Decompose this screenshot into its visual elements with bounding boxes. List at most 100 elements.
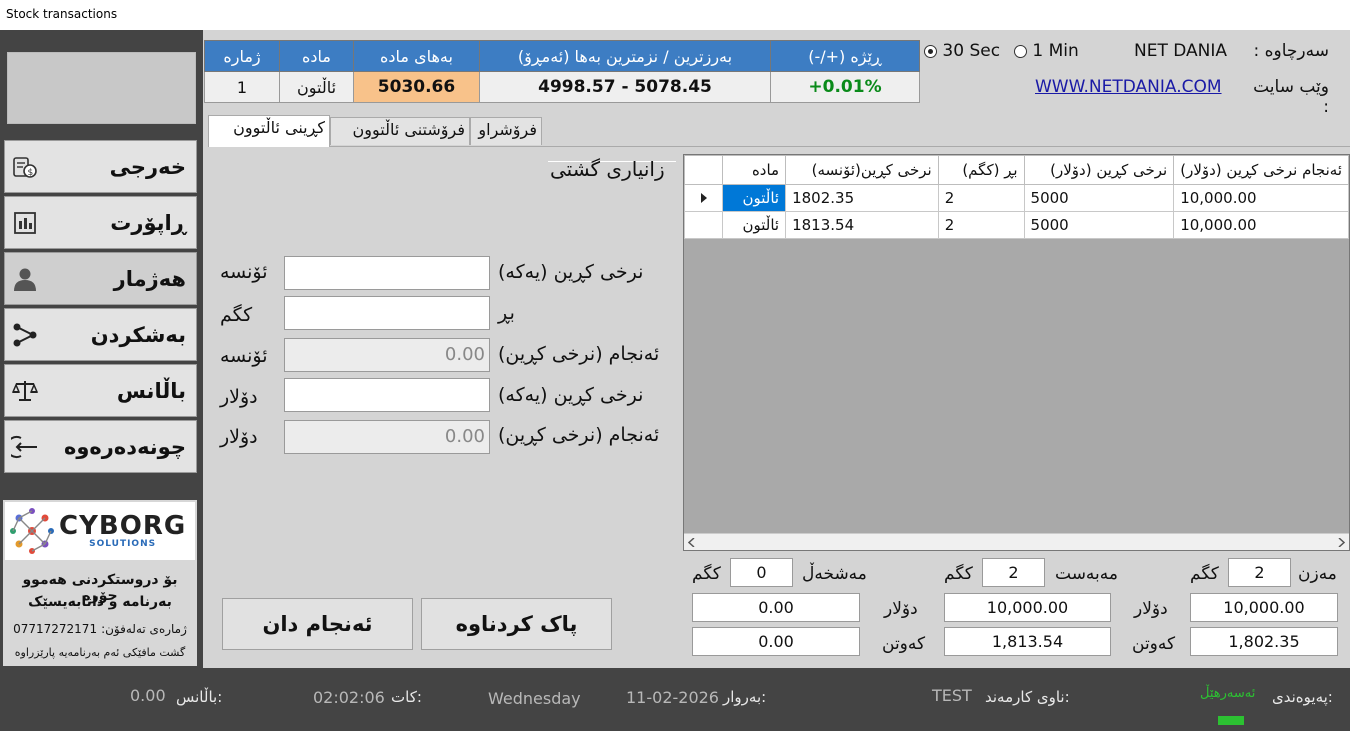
- summary-kawtn-label: کەوتن: [882, 634, 926, 654]
- cyborg-logo-icon: [10, 508, 54, 554]
- brand-tagline-2: بەرنامە و داتابەیسێک: [28, 594, 172, 610]
- sidebar-item-account[interactable]: هەژمار: [4, 252, 197, 305]
- row-header[interactable]: [684, 211, 724, 239]
- sidebar-item-label: هەژمار: [113, 266, 186, 291]
- sidebar-item-expenses[interactable]: $ خەرجی: [4, 140, 197, 193]
- grid-cell[interactable]: 5000: [1023, 184, 1175, 212]
- field-label: نرخی کڕین (یەکە): [498, 384, 644, 406]
- brand-phone-label: ژمارەی تەلەفۆن:: [101, 622, 187, 636]
- tab-sold[interactable]: فرۆشراو: [470, 117, 542, 145]
- table-row[interactable]: ئاڵتون 1802.35 2 5000 10,000.00: [684, 184, 1349, 212]
- horizontal-scrollbar[interactable]: [684, 533, 1349, 550]
- summary-dollar-label: دۆلار: [884, 599, 918, 619]
- summary-dollar-label: دۆلار: [1134, 599, 1168, 619]
- brand-logo: CYBORG SOLUTIONS: [5, 502, 195, 560]
- unit-label: ئۆنسە: [220, 261, 268, 283]
- summary-mabast-label: مەبەست: [1055, 564, 1119, 584]
- logout-icon: [11, 433, 39, 461]
- refresh-30sec-label: 30 Sec: [942, 41, 1001, 61]
- result-dollar-field: 0.00: [284, 420, 490, 454]
- scale-icon: [11, 377, 39, 405]
- grid-col-result-dollar[interactable]: ئەنجام نرخی کڕین (دۆلار): [1173, 155, 1349, 185]
- grid-cell[interactable]: 2: [937, 184, 1025, 212]
- sidebar-item-balance[interactable]: باڵانس: [4, 364, 197, 417]
- field-label: نرخی کڕین (یەکە): [498, 261, 644, 283]
- field-label: ئەنجام (نرخی کڕین): [498, 343, 660, 365]
- brand-phone: 07717272171: [13, 622, 98, 636]
- quantity-input[interactable]: [284, 296, 490, 330]
- grid-cell[interactable]: 1802.35: [785, 184, 939, 212]
- scroll-left-icon[interactable]: [688, 538, 696, 547]
- radio-unchecked-icon[interactable]: [1014, 44, 1027, 58]
- summary-mazn-value: 2: [1228, 558, 1291, 587]
- clear-button[interactable]: پاک کردناوە: [421, 598, 612, 650]
- scroll-right-icon[interactable]: [1337, 538, 1345, 547]
- sidebar-logo-placeholder: [7, 52, 196, 124]
- unit-label: ئۆنسە: [220, 345, 268, 367]
- grid-cell[interactable]: ئاڵتون: [722, 211, 787, 239]
- submit-button[interactable]: ئەنجام دان: [222, 598, 413, 650]
- refresh-1min-label: 1 Min: [1032, 41, 1079, 61]
- day-value: Wednesday: [488, 689, 581, 708]
- grid-cell[interactable]: 2: [937, 211, 1025, 239]
- unit-label: دۆلار: [220, 386, 258, 408]
- grid-cell[interactable]: 10,000.00: [1173, 211, 1349, 239]
- summary-col1-dollar: 10,000.00: [1190, 593, 1338, 622]
- connection-label: پەیوەندی:: [1272, 688, 1333, 706]
- tab-sell-gold[interactable]: فرۆشتنی ئاڵتوون: [330, 117, 470, 145]
- price-range: 4998.57 - 5078.45: [479, 71, 771, 103]
- grid-cell[interactable]: ئاڵتون: [722, 184, 787, 212]
- transactions-grid[interactable]: مادە نرخی کڕین(ئۆنسە) بڕ (کگم) نرخی کڕین…: [683, 154, 1350, 551]
- grid-col-material[interactable]: مادە: [722, 155, 787, 185]
- grid-col-price-ounce[interactable]: نرخی کڕین(ئۆنسە): [785, 155, 939, 185]
- brand-copyright: گشت مافێکی ئەم بەرنامەیە پارێزراوە: [14, 646, 186, 659]
- window-title: Stock transactions: [0, 0, 1350, 30]
- user-icon: [11, 265, 39, 293]
- summary-col3-dollar: 0.00: [692, 593, 860, 622]
- grid-cell[interactable]: 5000: [1023, 211, 1175, 239]
- brand-phone-row: 07717272171 ژمارەی تەلەفۆن:: [3, 622, 197, 636]
- summary-col2-kawtn: 1,813.54: [944, 627, 1111, 656]
- col-material-header: مادە: [279, 40, 354, 72]
- summary-col1-kawtn: 1,802.35: [1190, 627, 1338, 656]
- refresh-1min-option[interactable]: 1 Min: [1014, 41, 1079, 61]
- grid-col-quantity[interactable]: بڕ (کگم): [937, 155, 1025, 185]
- user-label: ناوی کارمەند:: [985, 688, 1070, 706]
- user-value: TEST: [932, 686, 972, 705]
- col-range-header: بەرزترین / نزمترین بەها (ئەمڕۆ): [479, 40, 771, 72]
- buy-price-dollar-input[interactable]: [284, 378, 490, 412]
- summary-mashkhal-label: مەشخەڵ: [802, 564, 867, 584]
- grid-col-price-dollar[interactable]: نرخی کڕین (دۆلار): [1023, 155, 1175, 185]
- tab-buy-gold[interactable]: کڕینی ئاڵتوون: [208, 115, 330, 147]
- row-header-corner: [684, 155, 724, 185]
- summary-mashkhal-unit: کگم: [692, 564, 721, 584]
- brand-panel: CYBORG SOLUTIONS بۆ دروستکردنی هەموو جۆر…: [3, 500, 197, 666]
- sidebar-item-label: بەشکردن: [90, 322, 186, 347]
- sidebar-item-label: ڕاپۆرت: [110, 210, 186, 235]
- field-label: بڕ: [498, 302, 515, 324]
- price-material: ئاڵتون: [279, 71, 354, 103]
- table-row[interactable]: ئاڵتون 1813.54 2 5000 10,000.00: [684, 211, 1349, 239]
- current-row-arrow-icon[interactable]: [684, 184, 724, 212]
- grid-cell[interactable]: 10,000.00: [1173, 184, 1349, 212]
- price-value: 5030.66: [353, 71, 480, 103]
- website-link[interactable]: WWW.NETDANIA.COM: [1035, 77, 1222, 97]
- summary-mabast-unit: کگم: [944, 564, 973, 584]
- radio-checked-icon[interactable]: [924, 44, 937, 58]
- unit-label: دۆلار: [220, 426, 258, 448]
- sidebar-item-report[interactable]: ڕاپۆرت: [4, 196, 197, 249]
- refresh-30sec-option[interactable]: 30 Sec: [924, 41, 1000, 61]
- sidebar-item-share[interactable]: بەشکردن: [4, 308, 197, 361]
- summary-mazn-unit: کگم: [1190, 564, 1219, 584]
- svg-text:$: $: [28, 168, 34, 178]
- grid-cell[interactable]: 1813.54: [785, 211, 939, 239]
- buy-price-ounce-input[interactable]: [284, 256, 490, 290]
- price-number: 1: [204, 71, 280, 103]
- section-title: زانیاری گشتی: [550, 157, 665, 181]
- summary-mashkhal-value: 0: [730, 558, 793, 587]
- sidebar-item-label: باڵانس: [116, 378, 186, 403]
- sidebar-item-logout[interactable]: چونەدەرەوە: [4, 420, 197, 473]
- online-indicator-icon: [1218, 716, 1244, 725]
- share-icon: [11, 321, 39, 349]
- sidebar-item-label: چونەدەرەوە: [63, 434, 186, 459]
